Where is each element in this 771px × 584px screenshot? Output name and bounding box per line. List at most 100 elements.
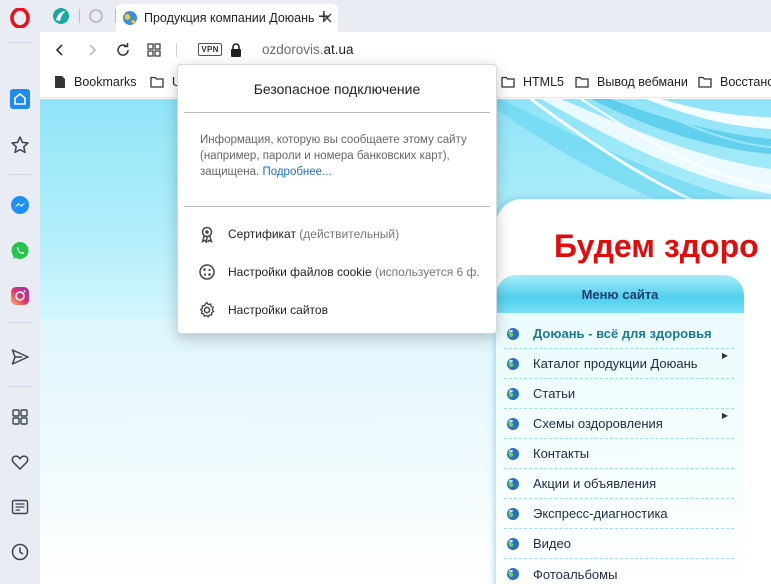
tab-pinned-1[interactable] [52,4,74,28]
menu-item-catalog[interactable]: Каталог продукции Доюань ▶ [504,349,734,379]
site-menu-title: Меню сайта [496,275,744,313]
menu-item-promotions[interactable]: Акции и объявления [504,469,734,499]
menu-item-video[interactable]: Видео [504,529,734,559]
menu-item-schemes[interactable]: Схемы оздоровления ▶ [504,409,734,439]
home-icon [10,89,30,109]
submenu-arrow-icon: ▶ [721,351,728,360]
menu-item-home[interactable]: Доюань - всё для здоровья [504,319,734,349]
site-security-button[interactable] [226,40,246,60]
plus-icon: + [318,6,330,28]
tab-loading[interactable] [88,4,110,28]
bookmark-folder-html5[interactable]: HTML5 [501,75,564,89]
instagram-icon [11,287,29,305]
menu-item-label: Видео [533,536,571,551]
news-icon [11,499,29,515]
loading-spinner-icon [89,9,103,23]
opera-logo-icon [10,8,30,28]
cookies-label: Настройки файлов cookie [228,265,372,279]
sidebar-home-button[interactable] [0,84,40,114]
menu-item-contacts[interactable]: Контакты [504,439,734,469]
certificate-status: (действительный) [299,227,400,241]
sidebar-workspaces-button[interactable] [0,402,40,432]
opera-menu-button[interactable] [0,3,40,33]
folder-icon [501,76,515,88]
forward-button[interactable] [82,40,102,60]
sidebar-history-button[interactable] [0,537,40,567]
popup-title: Безопасное подключение [253,81,421,97]
sidebar-instagram-button[interactable] [0,281,40,311]
certificate-label: Сертификат [228,227,296,241]
bookmark-folder-restore[interactable]: Восстано [698,75,771,89]
globe-bullet-icon [507,327,519,340]
certificate-row[interactable]: Сертификат (действительный) [198,225,494,243]
bookmark-label: HTML5 [523,75,564,89]
menu-item-label: Экспресс-диагностика [533,506,668,521]
menu-item-photos[interactable]: Фотоальбомы [504,559,734,584]
address-bar: VPN ozdorovis.at.ua [40,32,771,68]
folder-icon [575,76,589,88]
menu-item-label: Статьи [533,386,576,401]
reload-button[interactable] [113,40,133,60]
opera-sidebar [0,0,40,584]
security-popup: Безопасное подключение Информация, котор… [177,64,497,334]
menu-item-label: Доюань - всё для здоровья [533,326,712,341]
grid-icon [12,409,28,425]
globe-bullet-icon [507,477,519,490]
site-favicon-icon [123,11,137,25]
bookmark-folder-webmoney[interactable]: Вывод вебмани [575,75,688,89]
bookmark-label: Восстано [720,75,771,89]
sidebar-messenger-button[interactable] [0,190,40,220]
globe-bullet-icon [507,417,519,430]
globe-bullet-icon [507,537,519,550]
tab-title: Продукция компании Доюань [144,11,315,25]
menu-item-label: Контакты [533,446,590,461]
globe-bullet-icon [507,387,519,400]
menu-item-label: Акции и объявления [533,476,657,491]
heart-icon [11,455,29,470]
star-icon [11,136,29,154]
whatsapp-icon [11,242,29,259]
bookmarks-page-icon [55,76,65,88]
site-settings-label: Настройки сайтов [228,303,328,317]
bookmark-bookmarks[interactable]: Bookmarks [54,75,137,89]
vpn-badge[interactable]: VPN [198,43,222,56]
cookies-status: (используется 6 ф. [374,265,480,279]
grid-icon [147,43,161,57]
sidebar-whatsapp-button[interactable] [0,236,40,266]
folder-icon [698,76,712,88]
menu-item-articles[interactable]: Статьи [504,379,734,409]
folder-icon [150,76,164,88]
globe-bullet-icon [507,357,519,370]
submenu-arrow-icon: ▶ [721,411,728,420]
url-field[interactable]: ozdorovis.at.ua [262,42,354,57]
menu-item-label: Каталог продукции Доюань [533,356,698,371]
learn-more-link[interactable]: Подробнее... [262,166,331,178]
bookmark-label: Вывод вебмани [597,75,688,89]
site-favicon-icon [53,8,69,24]
cookies-row[interactable]: Настройки файлов cookie (используется 6 … [198,263,494,281]
globe-bullet-icon [507,568,519,580]
sidebar-speed-dial-button[interactable] [0,130,40,160]
tab-active[interactable]: Продукция компании Доюань [116,4,338,32]
menu-item-diagnostics[interactable]: Экспресс-диагностика [504,499,734,529]
sidebar-bookmarks-button[interactable] [0,447,40,477]
sidebar-send-button[interactable] [0,342,40,372]
back-button[interactable] [50,40,70,60]
site-settings-row[interactable]: Настройки сайтов [198,301,494,319]
globe-bullet-icon [507,447,519,460]
popup-info-text: Информация, которую вы сообщаете этому с… [200,134,467,178]
popup-info: Информация, которую вы сообщаете этому с… [200,132,480,180]
send-icon [11,349,29,365]
reload-icon [117,43,129,56]
sidebar-news-button[interactable] [0,492,40,522]
bookmark-label: Bookmarks [74,75,137,89]
menu-item-label: Фотоальбомы [533,566,618,582]
tabs-overview-button[interactable] [144,40,164,60]
new-tab-button[interactable]: + [318,5,338,29]
messenger-icon [11,196,29,214]
arrow-left-icon [55,44,63,56]
certificate-icon [201,226,213,243]
site-headline: Будем здоро [554,228,759,264]
url-subdomain: ozdorovis. [262,42,324,57]
clock-icon [11,543,29,561]
